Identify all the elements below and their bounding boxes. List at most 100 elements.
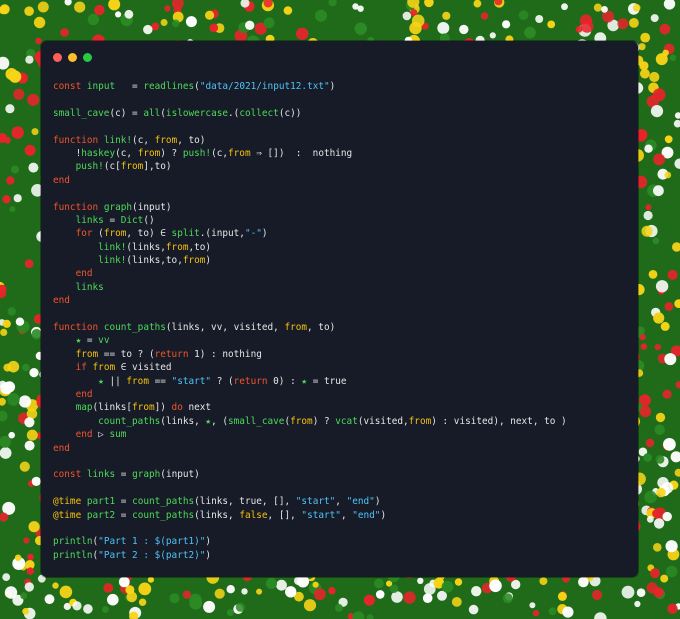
code-token: "Part 1 : $(part1)" [98, 536, 206, 548]
code-token: (c[ [103, 161, 121, 173]
code-token: || [103, 375, 127, 387]
code-token: from [408, 415, 432, 427]
code-token: links [75, 281, 104, 293]
code-token: const [53, 81, 82, 92]
code-token: ]) [154, 402, 172, 414]
code-token: "Part 2 : $(part2)" [98, 549, 206, 561]
code-token: (c, [115, 147, 138, 159]
code-token: from [154, 134, 178, 146]
minimize-button[interactable] [68, 53, 77, 62]
window-controls [53, 53, 92, 62]
code-line: push!(c[from],to) [53, 160, 567, 173]
code-token: end [53, 295, 70, 307]
code-token: ⇒ []) : nothing [250, 147, 353, 159]
code-token: from [75, 348, 99, 360]
code-token: (c)) [278, 107, 302, 119]
code-line: end [53, 267, 567, 280]
code-token: ,to) [188, 241, 212, 253]
close-button[interactable] [53, 53, 62, 62]
code-token: = [103, 214, 121, 226]
code-token: from [165, 241, 189, 253]
code-token: (input) [160, 469, 200, 481]
code-token: "data/2021/input12.txt" [199, 81, 330, 92]
code-token: = true [307, 375, 347, 387]
code-token: graph [132, 469, 161, 481]
code-editor[interactable]: const input = readlines ("data/2021/input… [53, 80, 567, 562]
code-token: ) ? [312, 415, 336, 427]
code-window: const input = readlines ("data/2021/input… [41, 41, 638, 577]
code-token: (links[ [92, 402, 133, 414]
code-token: map [75, 402, 93, 414]
code-token: 1) : nothing [188, 348, 262, 360]
code-line: links [53, 281, 567, 294]
code-token: function [53, 134, 99, 146]
code-token: ▷ [92, 429, 110, 441]
code-token: ∈ visited [115, 362, 172, 374]
code-token: , to) [307, 322, 336, 334]
code-token: false [239, 509, 268, 521]
code-line: end [53, 442, 567, 455]
code-token: (links, [160, 415, 206, 427]
code-token: 0) : [267, 375, 302, 387]
code-token: ) [205, 536, 212, 548]
code-token: from [137, 147, 161, 159]
code-token: = [115, 496, 133, 508]
code-token: count_paths [98, 415, 161, 427]
code-token: from [182, 255, 206, 267]
code-token: , [], [267, 509, 302, 521]
code-line: function count_paths(links, vv, visited,… [53, 321, 567, 334]
code-line: small_cave(c) = all(islowercase.(collect… [53, 107, 567, 120]
code-token: from [228, 147, 251, 159]
code-line: map(links[from]) do next [53, 401, 567, 414]
code-token: ) : visited), next, to ) [431, 415, 567, 427]
code-token: ( [92, 228, 104, 240]
code-token: end [53, 442, 70, 454]
code-token: = [81, 335, 99, 347]
code-token: == to ? ( [98, 348, 155, 360]
code-line: count_paths(links, ★, (small_cave(from) … [53, 415, 567, 428]
code-line: if from ∈ visited [53, 361, 567, 374]
code-token: readlines [143, 81, 195, 92]
code-token: do [171, 402, 183, 414]
code-token: "start" [301, 509, 341, 521]
code-token: (links, true, [], [194, 496, 296, 508]
code-token: "end" [352, 509, 381, 521]
code-token: ! [53, 147, 82, 159]
code-line: end [53, 388, 567, 401]
code-token: "end" [346, 496, 375, 508]
code-token: from [132, 402, 155, 414]
code-token: count_paths [132, 509, 195, 521]
code-token: ? ( [211, 375, 234, 387]
code-token: all [143, 107, 161, 119]
code-token: Dict [120, 214, 144, 226]
maximize-button[interactable] [83, 53, 92, 62]
code-token: (links, vv, visited, [165, 322, 285, 334]
code-line: link!(links,from,to) [53, 241, 567, 254]
code-line: ★ || from == "start" ? (return 0) : ★ = … [53, 375, 567, 388]
code-token: , [335, 496, 347, 508]
code-token: @time [53, 496, 82, 508]
code-token: small_cave [53, 107, 110, 119]
code-token: "start" [295, 496, 336, 508]
code-line: @time part1 = count_paths(links, true, [… [53, 495, 567, 508]
code-token: if [75, 362, 87, 374]
code-token: part2 [86, 509, 116, 521]
code-token: for [75, 228, 93, 240]
code-token: links [75, 214, 104, 226]
code-line: const input = readlines("data/2021/input… [53, 80, 567, 93]
code-token: end [53, 174, 70, 186]
